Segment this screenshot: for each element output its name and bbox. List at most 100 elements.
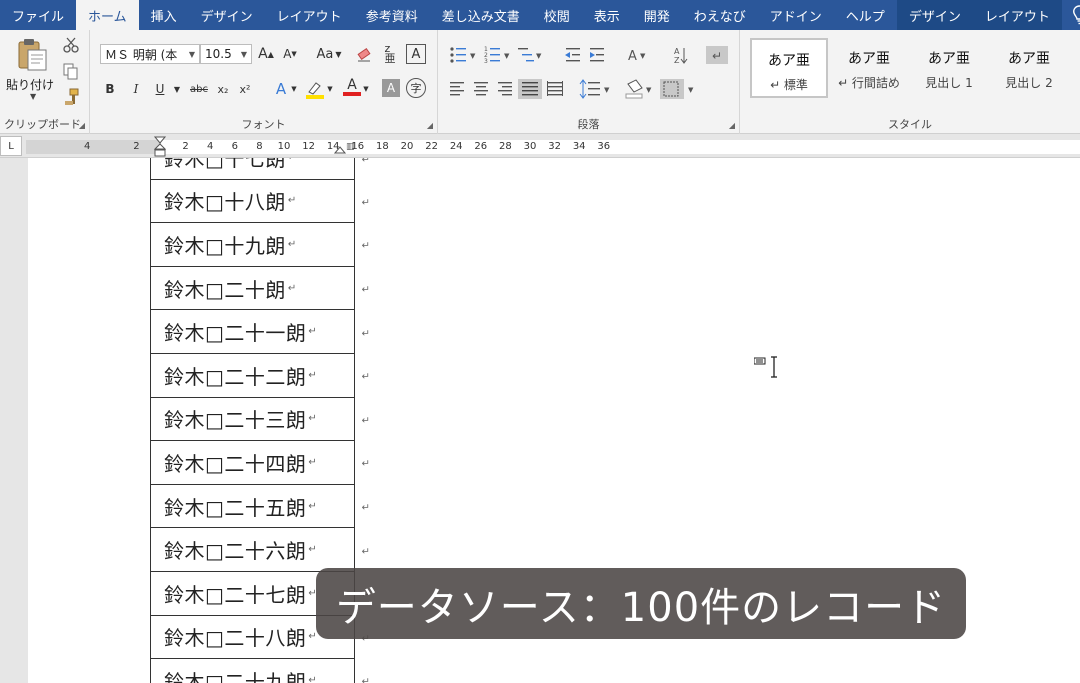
decrease-indent-icon [565, 48, 580, 62]
grow-font-label: A [258, 46, 268, 62]
table-row[interactable]: 鈴木□二十四朗 ↵ ↵ [150, 441, 370, 485]
name-cell: 鈴木□二十五朗 [164, 495, 307, 520]
clipboard-launcher-icon[interactable]: ◢ [79, 121, 85, 130]
cell-end-mark: ↵ [308, 326, 317, 338]
font-color-icon[interactable]: A [342, 76, 362, 98]
tab-11[interactable]: アドイン [758, 0, 834, 30]
tab-8[interactable]: 表示 [582, 0, 632, 30]
shading-icon [625, 79, 643, 99]
paste-icon[interactable] [16, 38, 48, 72]
tab-2[interactable]: 挿入 [139, 0, 189, 30]
tab-6[interactable]: 差し込み文書 [430, 0, 532, 30]
ruler-tick-label: 16 [351, 141, 365, 152]
table-row[interactable]: 鈴木□十八朗 ↵ ↵ [150, 179, 370, 224]
svg-text:▼: ▼ [646, 86, 652, 94]
character-shading-icon[interactable]: A [382, 79, 400, 97]
font-launcher-icon[interactable]: ◢ [427, 121, 433, 130]
highlight-icon[interactable] [304, 80, 326, 100]
tab-4[interactable]: レイアウト [265, 0, 354, 30]
change-case-button[interactable]: Aa ▼ [312, 43, 346, 65]
style-item-1[interactable]: あア亜 ↵ 行間詰め [830, 38, 908, 98]
caption-overlay: データソース：100件のレコード [316, 568, 966, 639]
ruler-tick-label: 28 [499, 141, 512, 152]
ruler-tick-label: 4 [84, 141, 91, 152]
tab-10[interactable]: わえなび [682, 0, 758, 30]
style-sample: あア亜 [1008, 51, 1050, 67]
ruler-tick-label: 24 [449, 141, 463, 152]
chevron-down-icon[interactable]: ▼ [362, 78, 370, 100]
table-row[interactable]: 鈴木□二十三朗 ↵ ↵ [150, 397, 370, 442]
svg-text:Z: Z [674, 56, 680, 65]
paragraph-launcher-icon[interactable]: ◢ [729, 121, 735, 130]
table-row[interactable]: 鈴木□二十一朗 ↵ ↵ [150, 310, 370, 354]
ribbon-tab-bar: ファイル ホーム 挿入 デザイン レイアウト 参考資料 差し込み文書 校閲 表示 開発 わえなび アド… [0, 0, 1080, 30]
tab-12[interactable]: ヘルプ [834, 0, 897, 30]
paste-dropdown-icon[interactable]: ▼ [30, 92, 36, 101]
font-size-combo[interactable]: 10.5 ▼ [200, 44, 252, 64]
chevron-down-icon: ▼ [240, 49, 247, 59]
format-painter-icon[interactable] [62, 88, 80, 106]
tab-3[interactable]: デザイン [189, 0, 265, 30]
table-row[interactable]: 鈴木□十七朗↵↵ [150, 158, 370, 180]
style-sample: あア亜 [928, 51, 970, 67]
line-spacing-icon [579, 79, 600, 99]
style-item-2[interactable]: あア亜 見出し 1 [910, 38, 988, 98]
tab-1[interactable]: ホーム [76, 0, 139, 30]
table-row[interactable]: 鈴木□二十二朗 ↵ ↵ [150, 353, 370, 398]
paragraph-row1-icons[interactable]: ▼ 123 ▼ ▼ A ▼ AZ ↵ [448, 44, 738, 66]
style-gallery: あア亜 ↵ 標準 あア亜 ↵ 行間詰め あア亜 見出し 1 あア亜 見出し 2 [750, 38, 1080, 98]
tab-0[interactable]: ファイル [0, 0, 76, 30]
bullets-icon [450, 47, 466, 63]
bold-button[interactable]: B [100, 78, 120, 100]
table-row[interactable]: 鈴木□二十六朗 ↵ ↵ [150, 528, 370, 572]
font-name-combo[interactable]: ＭＳ 明朝 (本 ▼ [100, 44, 200, 64]
down-arrow-icon: ▼ [291, 50, 297, 58]
paste-button[interactable]: 貼り付け [6, 76, 54, 93]
ruler-tick-label: 6 [231, 141, 238, 152]
cell-end-mark: ↵ [287, 195, 297, 207]
tab-5[interactable]: 参考資料 [354, 0, 430, 30]
tell-me-lightbulb-icon[interactable] [1062, 0, 1080, 30]
subscript-button[interactable]: x₂ [214, 78, 232, 100]
chevron-down-icon[interactable]: ▼ [290, 78, 298, 100]
table-row[interactable]: 鈴木□二十九朗 ↵ ↵ [150, 659, 370, 683]
ruler-tick-label: 10 [277, 141, 291, 152]
clear-formatting-icon[interactable] [356, 45, 374, 63]
table-row[interactable]: 鈴木□二十五朗 ↵ ↵ [150, 484, 370, 529]
superscript-button[interactable]: x² [236, 78, 254, 100]
ruler-track[interactable]: ▥ 4 2 2 4 6 8 10 12 14 16 18 20 22 24 26 28 30 32 34 36 [26, 136, 1080, 157]
tab-13[interactable]: デザイン [896, 0, 973, 30]
row-end-mark: ↵ [361, 459, 370, 471]
style-item-3[interactable]: あア亜 見出し 2 [990, 38, 1068, 98]
grow-font-button[interactable]: A ▲ [256, 43, 276, 65]
tab-14[interactable]: レイアウト [972, 0, 1062, 30]
tab-selector[interactable]: L [0, 136, 22, 156]
phonetic-guide-icon[interactable]: z亜 [382, 43, 398, 65]
strikethrough-button[interactable]: abc [186, 78, 212, 100]
svg-text:▼: ▼ [604, 86, 610, 94]
shrink-font-button[interactable]: A ▼ [280, 43, 300, 65]
table-row[interactable]: 鈴木□十九朗 ↵ ↵ [150, 223, 370, 267]
table-row[interactable]: 鈴木□二十朗 ↵ ↵ [150, 266, 370, 311]
name-cell: 鈴木□二十朗 [164, 277, 286, 302]
style-name: ↵ 行間詰め [838, 76, 900, 90]
chevron-down-icon[interactable]: ▼ [326, 78, 334, 100]
tab-7[interactable]: 校閲 [532, 0, 582, 30]
chevron-down-icon[interactable]: ▼ [172, 78, 182, 100]
align-center-icon [474, 82, 488, 96]
italic-button[interactable]: I [126, 78, 146, 100]
text-effects-icon[interactable]: A [270, 78, 292, 100]
character-border-icon[interactable]: A [406, 44, 426, 64]
font-group-label: フォント [241, 118, 286, 131]
row-end-mark: ↵ [361, 415, 370, 427]
underline-button[interactable]: U [150, 78, 170, 100]
paragraph-row2-icons[interactable]: ▼ ▼ ▼ [448, 78, 738, 100]
style-item-0[interactable]: あア亜 ↵ 標準 [750, 38, 828, 98]
cut-icon[interactable] [62, 36, 80, 54]
indent-marker-icon[interactable] [154, 136, 166, 158]
copy-icon[interactable] [62, 62, 80, 80]
enclose-characters-icon[interactable]: 字 [406, 78, 426, 98]
tab-9[interactable]: 開発 [632, 0, 682, 30]
align-left-icon [450, 82, 464, 96]
name-cell: 鈴木□十八朗 [164, 190, 286, 215]
